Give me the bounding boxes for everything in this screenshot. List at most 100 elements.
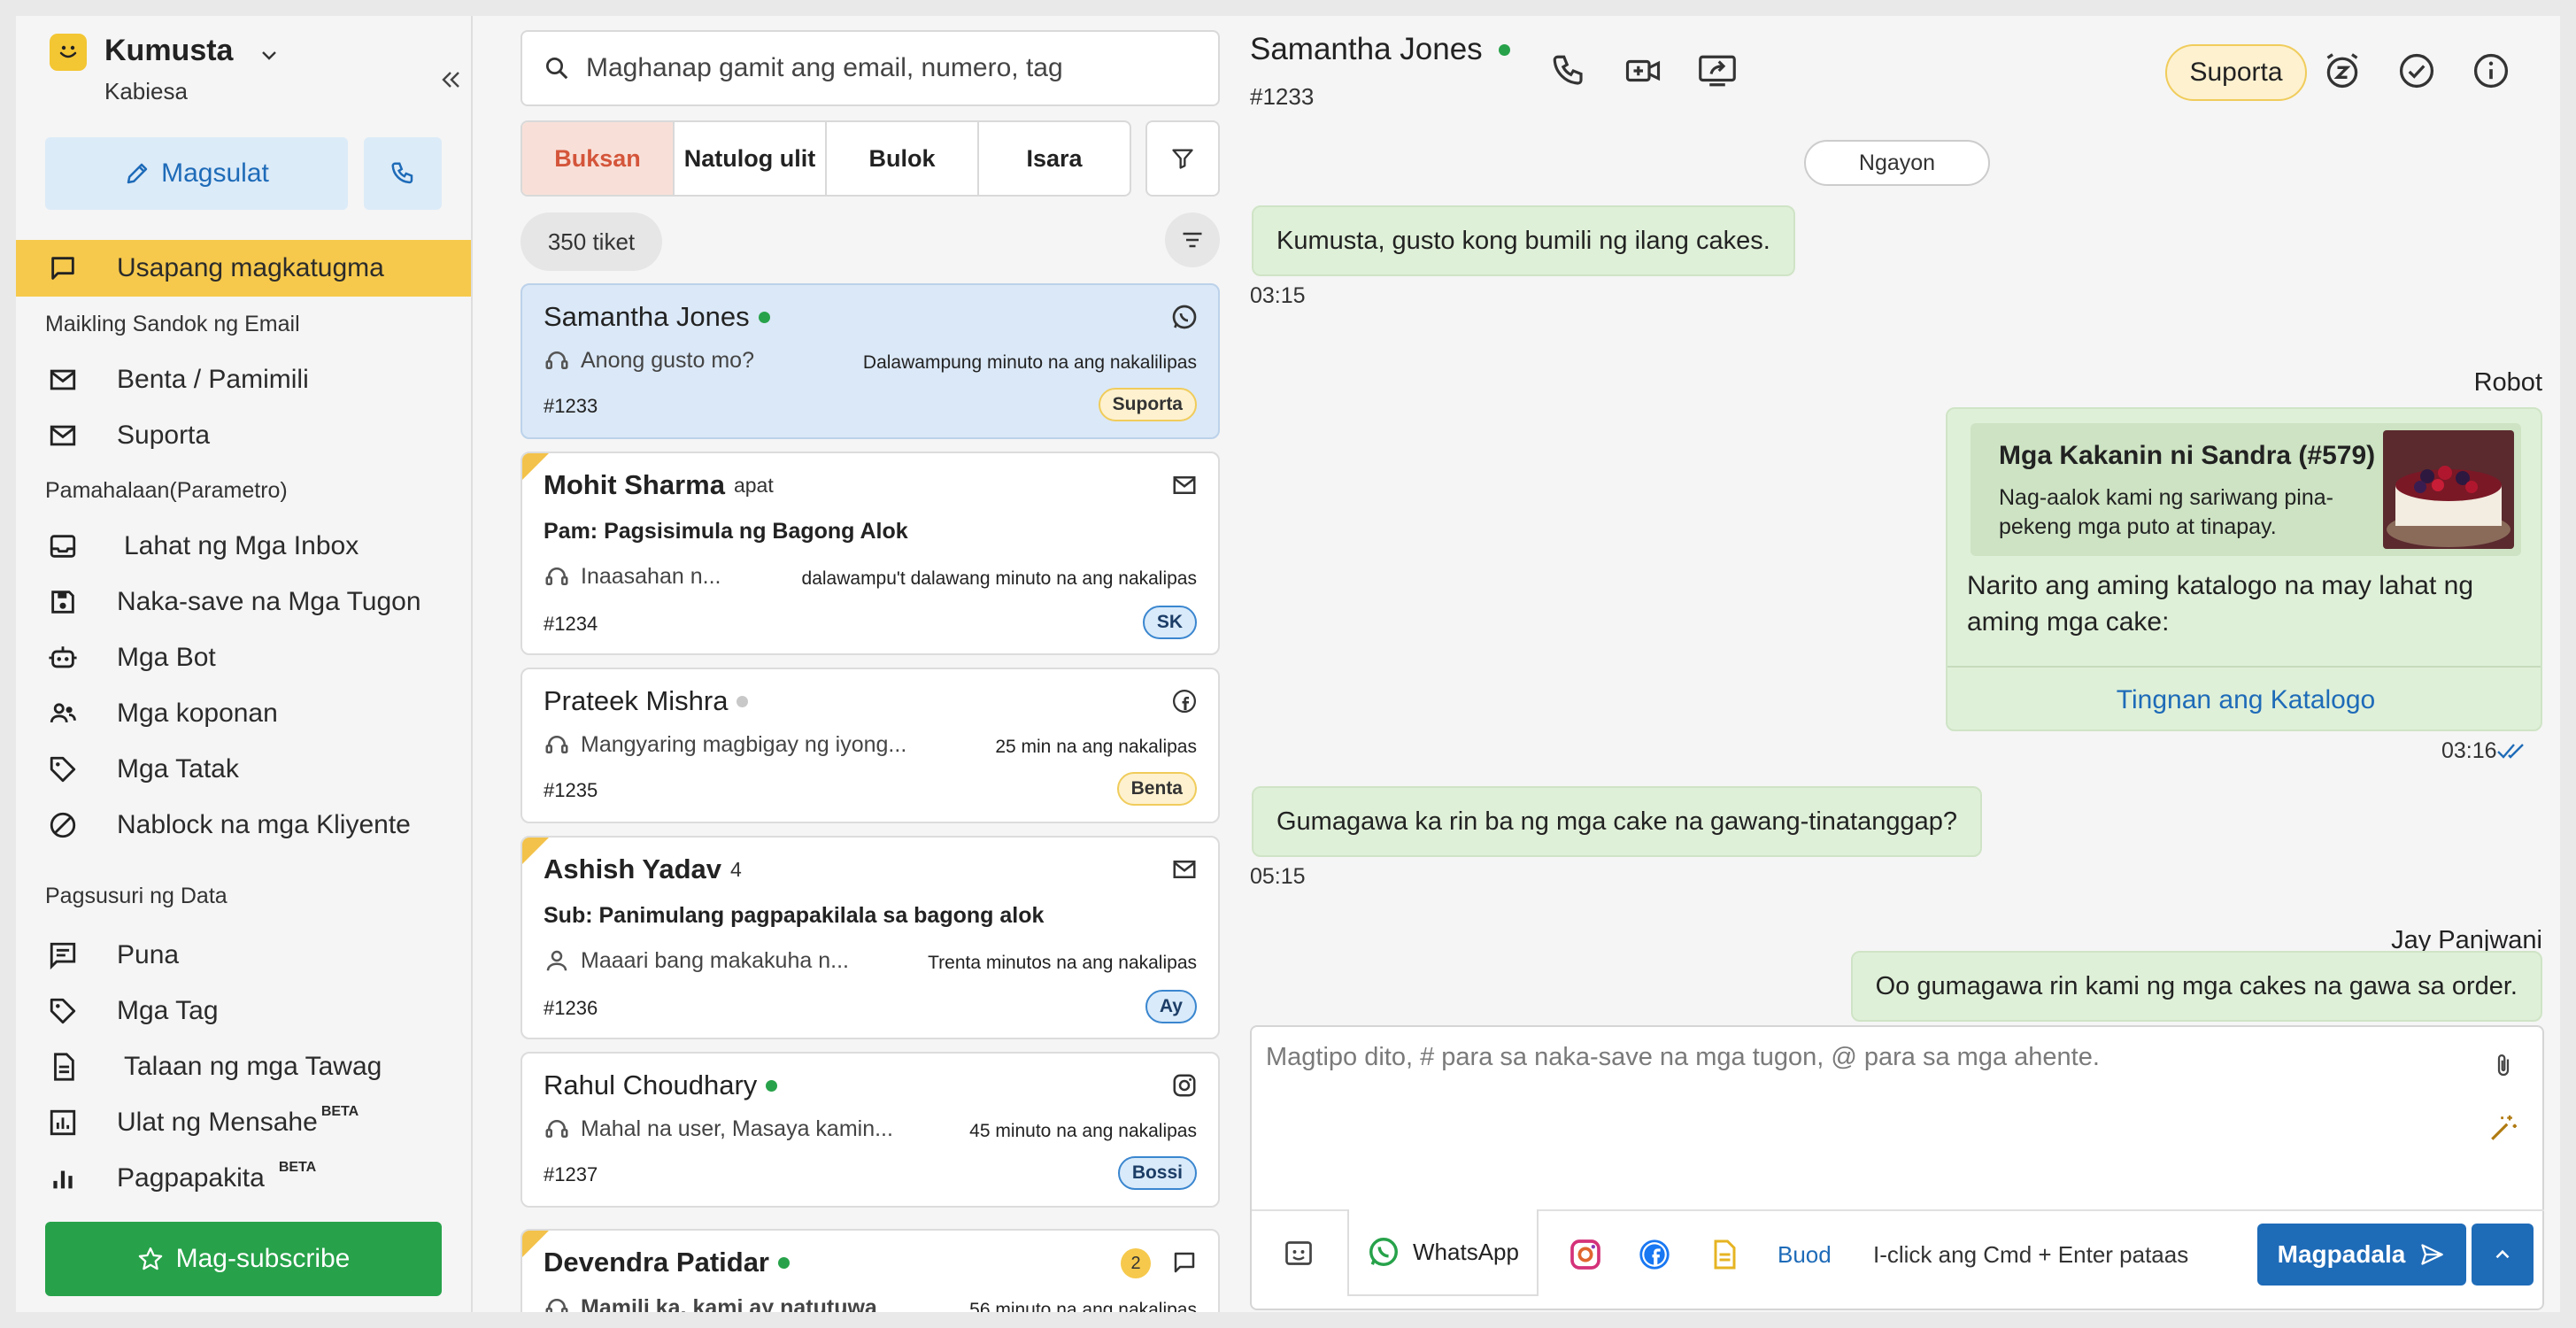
ticket-extra: 4 [730, 857, 742, 881]
whatsapp-icon [1168, 301, 1200, 333]
nav-item-support[interactable]: Suporta [16, 409, 471, 462]
nav-item-teams[interactable]: Mga koponan [16, 687, 471, 740]
ticket-card[interactable]: Prateek Mishra Mangyaring magbigay ng iy… [521, 668, 1220, 823]
nav-item-feedback[interactable]: Puna [16, 929, 471, 982]
nav-item-saved-replies[interactable]: Naka-save na Mga Tugon [16, 575, 471, 629]
whatsapp-icon [1369, 1238, 1399, 1266]
screen-share-icon[interactable] [1694, 48, 1740, 94]
filter-icon [1172, 149, 1193, 169]
email-icon [1168, 853, 1200, 885]
section-title-admin: Pamahalaan(Parametro) [45, 478, 288, 503]
ticket-preview: Anong gusto mo? [544, 347, 754, 374]
brand-name[interactable]: Kumusta [104, 34, 233, 68]
app-window: Kumusta Kabiesa Magsulat Usapang magkatu… [16, 16, 2560, 1312]
ticket-preview: Mamili ka, kami ay natutuwa [544, 1294, 877, 1312]
facebook-icon[interactable] [1632, 1232, 1677, 1277]
agent-headset-icon [545, 351, 568, 369]
channel-whatsapp-tab[interactable]: WhatsApp [1347, 1209, 1539, 1296]
ticket-card[interactable]: Devendra Patidar 2 Mamili ka, kami ay na… [521, 1229, 1220, 1312]
message-time: 05:15 [1250, 864, 1306, 889]
ticket-preview: Inaasahan n... [544, 563, 721, 590]
read-receipt-icon [2496, 740, 2528, 766]
agent-headset-icon [545, 567, 568, 585]
ticket-name: Mohit Sharma apat [544, 469, 774, 500]
tab-snoozed[interactable]: Natulog ulit [675, 122, 827, 195]
composer-input[interactable]: Magtipo dito, # para sa naka-save na mga… [1266, 1043, 2100, 1072]
nav-item-display[interactable]: Pagpapakita BETA [16, 1152, 471, 1205]
online-dot [758, 311, 770, 323]
ticket-card[interactable]: Ashish Yadav 4 Sub: Panimulang pagpapakil… [521, 836, 1220, 1039]
sort-button[interactable] [1165, 212, 1220, 267]
agent-headset-icon [545, 1299, 568, 1312]
message-sender: Robot [2473, 368, 2542, 397]
search-icon [546, 58, 568, 80]
ticket-card[interactable]: Rahul Choudhary Mahal na user, Masaya ka… [521, 1052, 1220, 1208]
info-icon[interactable] [2468, 48, 2514, 94]
nav-item-all-inboxes[interactable]: Lahat ng Mga Inbox [16, 520, 471, 573]
contact-id: #1233 [1250, 83, 1315, 110]
document-icon [44, 1048, 81, 1085]
facebook-icon [1168, 685, 1200, 717]
nav-item-blocked[interactable]: Nablock na mga Kliyente [16, 799, 471, 852]
search-input[interactable]: Maghanap gamit ang email, numero, tag [521, 30, 1220, 106]
chevron-up-icon [2495, 1249, 2510, 1259]
instagram-icon[interactable] [1563, 1232, 1608, 1277]
emoji-icon[interactable] [1271, 1227, 1326, 1282]
ticket-card[interactable]: Mohit Sharma apat Pam: Pagsisimula ng Bag… [521, 452, 1220, 655]
video-call-icon[interactable] [1620, 48, 1666, 94]
template-title: Mga Kakanin ni Sandra (#579) [1999, 441, 2376, 470]
mail-icon [44, 361, 81, 398]
pencil-icon [127, 163, 148, 184]
nav-item-sales[interactable]: Benta / Pamimili [16, 353, 471, 406]
ticket-time: Trenta minutos na ang nakalipas [928, 953, 1197, 973]
nav-item-conversations[interactable]: Usapang magkatugma [16, 242, 471, 295]
nav-label: Ulat ng Mensahe BETA [117, 1104, 359, 1137]
compose-button[interactable]: Magsulat [45, 137, 348, 210]
ticket-name: Rahul Choudhary [544, 1069, 778, 1101]
view-catalog-button[interactable]: Tingnan ang Katalogo [1947, 666, 2541, 730]
nav-item-bots[interactable]: Mga Bot [16, 631, 471, 684]
collapse-sidebar-icon[interactable] [436, 64, 467, 96]
nav-item-message-report[interactable]: Ulat ng Mensahe BETA [16, 1096, 471, 1149]
nav-item-tags[interactable]: Mga Tag [16, 984, 471, 1038]
call-button[interactable] [364, 137, 442, 210]
note-icon[interactable] [1701, 1232, 1746, 1277]
tab-spam[interactable]: Bulok [827, 122, 979, 195]
chevron-down-icon[interactable] [253, 39, 285, 71]
assignee-badge: SK [1142, 606, 1197, 639]
mail-icon [44, 417, 81, 454]
block-icon [44, 807, 81, 844]
section-title-email: Maikling Sandok ng Email [45, 312, 300, 336]
user-icon [546, 950, 567, 971]
star-icon [138, 1247, 162, 1270]
online-dot [778, 1256, 790, 1269]
tab-open[interactable]: Buksan [522, 122, 675, 195]
ticket-card[interactable]: Samantha Jones Anong gusto mo? Dalawampu… [521, 283, 1220, 439]
summary-link[interactable]: Buod [1778, 1241, 1832, 1269]
nav-item-labels[interactable]: Mga Tatak [16, 743, 471, 796]
magic-wand-icon[interactable] [2486, 1110, 2521, 1146]
nav-label: Mga Tatak [117, 754, 239, 784]
outgoing-message: Oo gumagawa rin kami ng mga cakes na gaw… [1850, 951, 2542, 1022]
sort-icon [1183, 232, 1202, 248]
snooze-icon[interactable] [2319, 48, 2365, 94]
support-tag[interactable]: Suporta [2165, 44, 2307, 101]
send-options-button[interactable] [2472, 1224, 2534, 1286]
message-composer[interactable]: Magtipo dito, # para sa naka-save na mga… [1250, 1025, 2544, 1310]
send-button[interactable]: Magpadala [2257, 1224, 2466, 1286]
compose-label: Magsulat [161, 158, 269, 188]
ticket-name: Ashish Yadav 4 [544, 853, 742, 884]
tab-closed[interactable]: Isara [979, 122, 1130, 195]
attachment-icon[interactable] [2486, 1048, 2521, 1084]
beta-badge: BETA [278, 1160, 317, 1175]
subscribe-button[interactable]: Mag-subscribe [45, 1222, 442, 1296]
phone-call-icon[interactable] [1546, 48, 1592, 94]
ticket-id: #1236 [544, 997, 598, 1019]
filter-button[interactable] [1145, 120, 1220, 197]
nav-item-call-log[interactable]: Talaan ng mga Tawag [16, 1040, 471, 1093]
template-body: Narito ang aming katalogo na may lahat n… [1967, 571, 2474, 637]
send-hint: I-click ang Cmd + Enter pataas [1873, 1241, 2189, 1268]
resolve-check-icon[interactable] [2394, 48, 2440, 94]
ticket-time: 25 min na ang nakalipas [995, 737, 1197, 757]
send-label: Magpadala [2277, 1240, 2406, 1268]
